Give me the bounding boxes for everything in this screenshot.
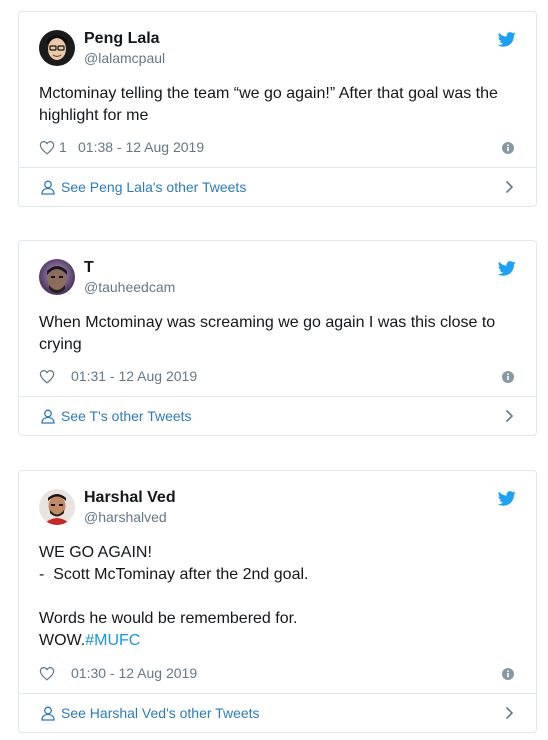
twitter-bird-icon[interactable] xyxy=(497,491,516,511)
person-icon xyxy=(41,706,55,726)
tweet-text-line: When Mctominay was screaming we go again… xyxy=(39,314,496,331)
avatar[interactable] xyxy=(39,489,75,525)
tweet-text: Mctominay telling the team “we go again!… xyxy=(39,83,518,127)
author-handle[interactable]: @lalamcpaul xyxy=(84,50,165,66)
tweet-meta: 01:30 - 12 Aug 2019 xyxy=(39,665,239,683)
see-other-tweets-link[interactable]: See Harshal Ved's other Tweets xyxy=(19,693,536,732)
timestamp[interactable]: 01:30 - 12 Aug 2019 xyxy=(71,665,197,681)
chevron-right-icon[interactable] xyxy=(505,706,514,725)
author-name[interactable]: Peng Lala xyxy=(84,30,160,48)
see-other-tweets-label[interactable]: See Peng Lala's other Tweets xyxy=(61,179,246,195)
see-other-tweets-link[interactable]: See Peng Lala's other Tweets xyxy=(19,167,536,206)
info-icon[interactable] xyxy=(502,370,514,388)
see-other-tweets-link[interactable]: See T's other Tweets xyxy=(19,396,536,435)
author-handle[interactable]: @harshalved xyxy=(84,509,167,525)
timestamp[interactable]: 01:31 - 12 Aug 2019 xyxy=(71,368,197,384)
see-other-tweets-label[interactable]: See T's other Tweets xyxy=(61,408,192,424)
person-icon xyxy=(41,409,55,429)
chevron-right-icon[interactable] xyxy=(505,409,514,428)
author-handle[interactable]: @tauheedcam xyxy=(84,279,175,295)
tweet-text-line: Words he would be remembered for. xyxy=(39,610,298,627)
info-icon[interactable] xyxy=(502,141,514,159)
tweet-text-line xyxy=(39,586,518,608)
info-icon[interactable] xyxy=(502,667,514,685)
tweet-text-line: WOW.#MUFC xyxy=(39,630,518,652)
tweet-text-line: crying xyxy=(39,336,82,353)
avatar[interactable] xyxy=(39,259,75,295)
timestamp[interactable]: 01:38 - 12 Aug 2019 xyxy=(78,139,204,155)
tweet-text: WE GO AGAIN! - Scott McTominay after the… xyxy=(39,542,518,652)
tweet-text-line: - Scott McTominay after the 2nd goal. xyxy=(39,566,309,583)
person-icon xyxy=(41,180,55,200)
avatar[interactable] xyxy=(39,30,75,66)
heart-icon[interactable] xyxy=(39,140,55,158)
heart-icon[interactable] xyxy=(39,666,55,684)
tweet-text-line: highlight for me xyxy=(39,107,149,124)
twitter-bird-icon[interactable] xyxy=(497,32,516,52)
author-name[interactable]: Harshal Ved xyxy=(84,489,176,507)
tweet-text-line: Mctominay telling the team “we go again!… xyxy=(39,85,498,102)
tweet-meta: 01:31 - 12 Aug 2019 xyxy=(39,368,239,386)
author-name[interactable]: T xyxy=(84,259,94,277)
tweet-card: Peng Lala @lalamcpaul Mctominay telling … xyxy=(18,11,537,207)
chevron-right-icon[interactable] xyxy=(505,180,514,199)
tweet-meta: 1 01:38 - 12 Aug 2019 xyxy=(39,139,239,157)
heart-icon[interactable] xyxy=(39,369,55,387)
tweet-card: Harshal Ved @harshalved WE GO AGAIN! - S… xyxy=(18,470,537,733)
tweet-text-line: WE GO AGAIN! xyxy=(39,544,152,561)
tweet-card: T @tauheedcam When Mctominay was screami… xyxy=(18,240,537,436)
see-other-tweets-label[interactable]: See Harshal Ved's other Tweets xyxy=(61,705,260,721)
like-count: 1 xyxy=(59,139,67,155)
tweet-text: When Mctominay was screaming we go again… xyxy=(39,312,518,356)
hashtag-link[interactable]: #MUFC xyxy=(85,632,140,649)
twitter-bird-icon[interactable] xyxy=(497,261,516,281)
tweet-text-wow: WOW. xyxy=(39,632,86,649)
